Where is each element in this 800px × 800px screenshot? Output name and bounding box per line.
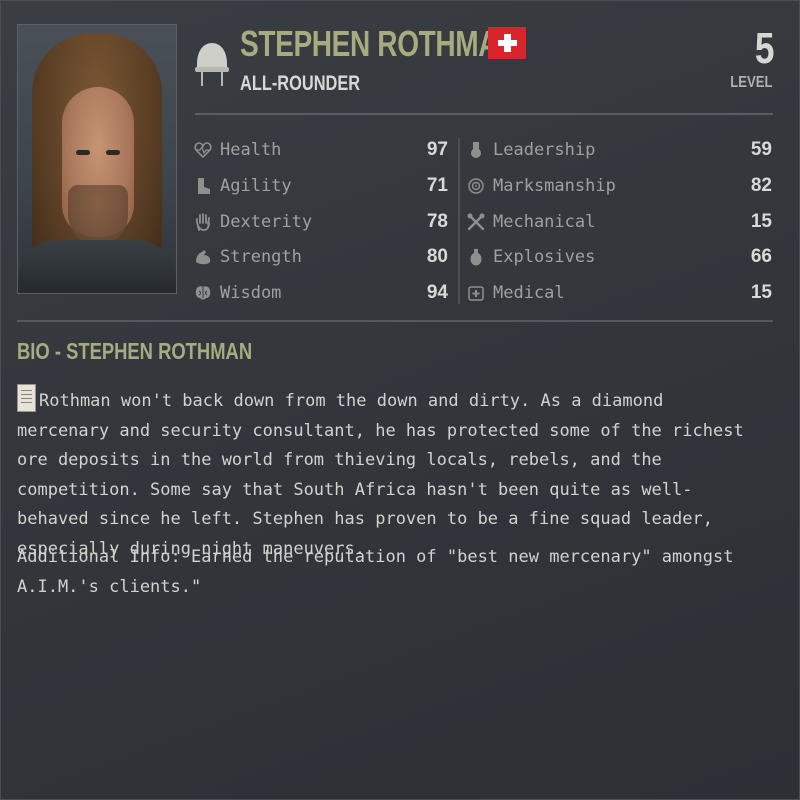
merc-name: STEPHEN ROTHMAN [240, 23, 519, 64]
document-icon [17, 384, 36, 412]
stats-column-divider [458, 138, 460, 304]
stat-value: 66 [750, 246, 772, 267]
medkit-icon [467, 284, 485, 302]
stat-value: 59 [750, 139, 772, 160]
stat-label: Dexterity [220, 212, 313, 232]
brain-icon [194, 284, 212, 302]
stat-wisdom: Wisdom 94 [194, 278, 448, 308]
stat-value: 78 [426, 211, 448, 232]
level-label: LEVEL [730, 74, 773, 91]
stat-medical: Medical 15 [467, 278, 772, 308]
stat-leadership: Leadership 59 [467, 135, 772, 165]
stat-label: Medical [493, 283, 565, 303]
hand-icon [194, 213, 212, 231]
stat-label: Health [220, 140, 282, 160]
stat-label: Marksmanship [493, 176, 616, 196]
stat-value: 15 [750, 211, 772, 232]
stat-value: 71 [426, 175, 448, 196]
bio-text: Rothman won't back down from the down an… [17, 384, 747, 564]
switzerland-flag [488, 27, 526, 59]
stat-label: Leadership [493, 140, 596, 160]
additional-info: Additional Info: Earned the reputation o… [17, 547, 734, 597]
stat-label: Explosives [493, 247, 596, 267]
bio-paragraph: Rothman won't back down from the down an… [17, 391, 744, 559]
medal-icon [467, 141, 485, 159]
crosshair-icon [467, 177, 485, 195]
grenade-icon [467, 248, 485, 266]
heart-icon [194, 141, 212, 159]
stat-dexterity: Dexterity 78 [194, 207, 448, 237]
merc-role: ALL-ROUNDER [240, 72, 361, 95]
boot-icon [194, 177, 212, 195]
stat-value: 97 [426, 139, 448, 160]
stat-value: 15 [750, 282, 772, 303]
stat-agility: Agility 71 [194, 171, 448, 201]
header-divider [195, 113, 773, 115]
bio-title: BIO - STEPHEN ROTHMAN [17, 338, 253, 364]
stat-mechanical: Mechanical 15 [467, 207, 772, 237]
tools-icon [467, 213, 485, 231]
merc-portrait [17, 24, 177, 294]
stat-strength: Strength 80 [194, 242, 448, 272]
stat-label: Wisdom [220, 283, 282, 303]
level-value: 5 [754, 24, 774, 73]
stat-label: Mechanical [493, 212, 596, 232]
stat-marksmanship: Marksmanship 82 [467, 171, 772, 201]
stat-value: 94 [426, 282, 448, 303]
stat-label: Strength [220, 247, 302, 267]
section-divider [17, 320, 773, 322]
arm-icon [194, 248, 212, 266]
stat-explosives: Explosives 66 [467, 242, 772, 272]
stat-health: Health 97 [194, 135, 448, 165]
stat-value: 80 [426, 246, 448, 267]
stat-value: 82 [750, 175, 772, 196]
stat-label: Agility [220, 176, 292, 196]
helmet-icon [194, 38, 230, 90]
